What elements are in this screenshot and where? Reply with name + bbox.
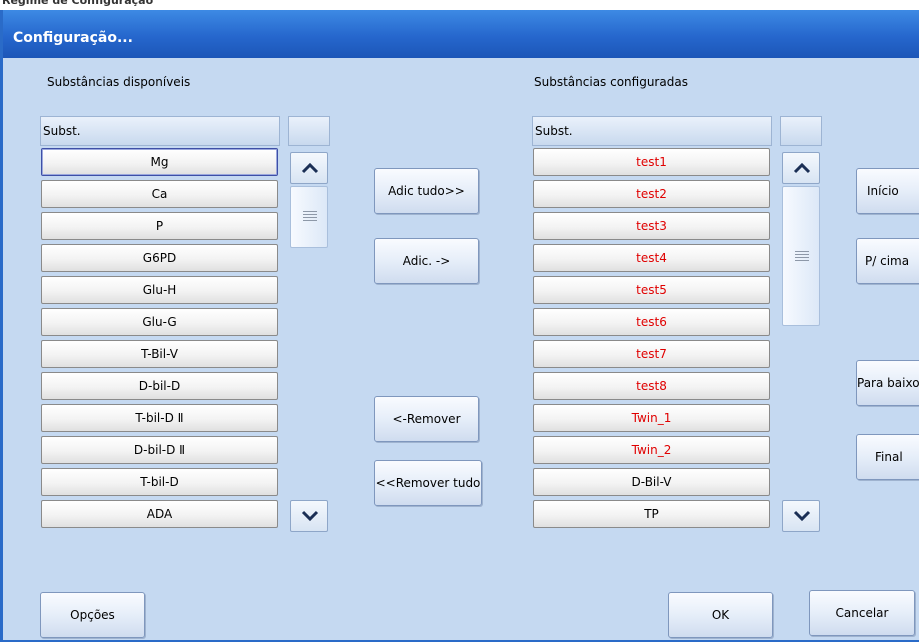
ok-button[interactable]: OK	[668, 592, 773, 638]
dialog-title: Configuração...	[13, 30, 133, 46]
available-scroll-up-button[interactable]	[290, 152, 328, 184]
configured-item[interactable]: test6	[533, 308, 770, 336]
available-substances-list: Subst. Mg Ca P G6PD Glu-H Glu-G T-Bil-V …	[40, 116, 280, 536]
move-up-button[interactable]: P/ cima	[856, 238, 919, 284]
available-item[interactable]: ADA	[41, 500, 278, 528]
configured-item[interactable]: test4	[533, 244, 770, 272]
dialog-titlebar: Configuração...	[3, 10, 919, 58]
move-bottom-button[interactable]: Final	[856, 434, 919, 480]
available-item[interactable]: D-bil-D Ⅱ	[41, 436, 278, 464]
available-scroll-down-button[interactable]	[290, 500, 328, 532]
cancel-button[interactable]: Cancelar	[809, 590, 915, 636]
available-item[interactable]: Ca	[41, 180, 278, 208]
add-button[interactable]: Adic. ->	[374, 238, 479, 284]
chevron-down-icon	[301, 510, 319, 522]
configured-item[interactable]: TP	[533, 500, 770, 528]
available-item[interactable]: P	[41, 212, 278, 240]
configured-item[interactable]: Twin_2	[533, 436, 770, 464]
add-all-button[interactable]: Adic tudo>>	[374, 168, 479, 214]
available-item[interactable]: D-bil-D	[41, 372, 278, 400]
remove-button[interactable]: <-Remover	[374, 396, 479, 442]
configured-item[interactable]: test8	[533, 372, 770, 400]
remove-all-button[interactable]: <<Remover tudo	[374, 460, 482, 506]
available-item[interactable]: G6PD	[41, 244, 278, 272]
background-window-strip: Regime de Configuração	[0, 0, 919, 10]
available-list-header[interactable]: Subst.	[40, 116, 280, 146]
available-item[interactable]: T-bil-D Ⅱ	[41, 404, 278, 432]
available-scroll-thumb[interactable]	[290, 186, 328, 248]
configured-item[interactable]: D-Bil-V	[533, 468, 770, 496]
available-item[interactable]: Glu-G	[41, 308, 278, 336]
options-button[interactable]: Opções	[40, 592, 145, 638]
configured-scrollbar[interactable]	[780, 116, 822, 536]
move-down-button[interactable]: Para baixo	[856, 360, 919, 406]
chevron-down-icon	[793, 510, 811, 522]
configured-scroll-thumb[interactable]	[782, 186, 820, 326]
configured-item[interactable]: test2	[533, 180, 770, 208]
configured-substances-label: Substâncias configuradas	[534, 75, 688, 89]
available-item[interactable]: Glu-H	[41, 276, 278, 304]
available-substances-label: Substâncias disponíveis	[47, 75, 191, 89]
configuration-dialog: Configuração... Substâncias disponíveis …	[0, 10, 919, 642]
configured-scroll-up-button[interactable]	[782, 152, 820, 184]
grip-icon	[303, 211, 317, 221]
move-top-button[interactable]: Início	[856, 168, 919, 214]
available-item[interactable]: T-bil-D	[41, 468, 278, 496]
configured-item[interactable]: test7	[533, 340, 770, 368]
chevron-up-icon	[793, 162, 811, 174]
grip-icon	[795, 251, 809, 261]
configured-list-header[interactable]: Subst.	[532, 116, 772, 146]
configured-item[interactable]: test1	[533, 148, 770, 176]
available-scrollbar[interactable]	[288, 116, 330, 536]
background-window-title: Regime de Configuração	[2, 0, 154, 7]
configured-item[interactable]: Twin_1	[533, 404, 770, 432]
configured-item[interactable]: test5	[533, 276, 770, 304]
available-item[interactable]: T-Bil-V	[41, 340, 278, 368]
configured-item[interactable]: test3	[533, 212, 770, 240]
configured-scrollbar-header	[780, 116, 822, 146]
available-item[interactable]: Mg	[41, 148, 278, 176]
available-scrollbar-header	[288, 116, 330, 146]
chevron-up-icon	[301, 162, 319, 174]
configured-substances-list: Subst. test1 test2 test3 test4 test5 tes…	[532, 116, 772, 536]
configured-scroll-down-button[interactable]	[782, 500, 820, 532]
